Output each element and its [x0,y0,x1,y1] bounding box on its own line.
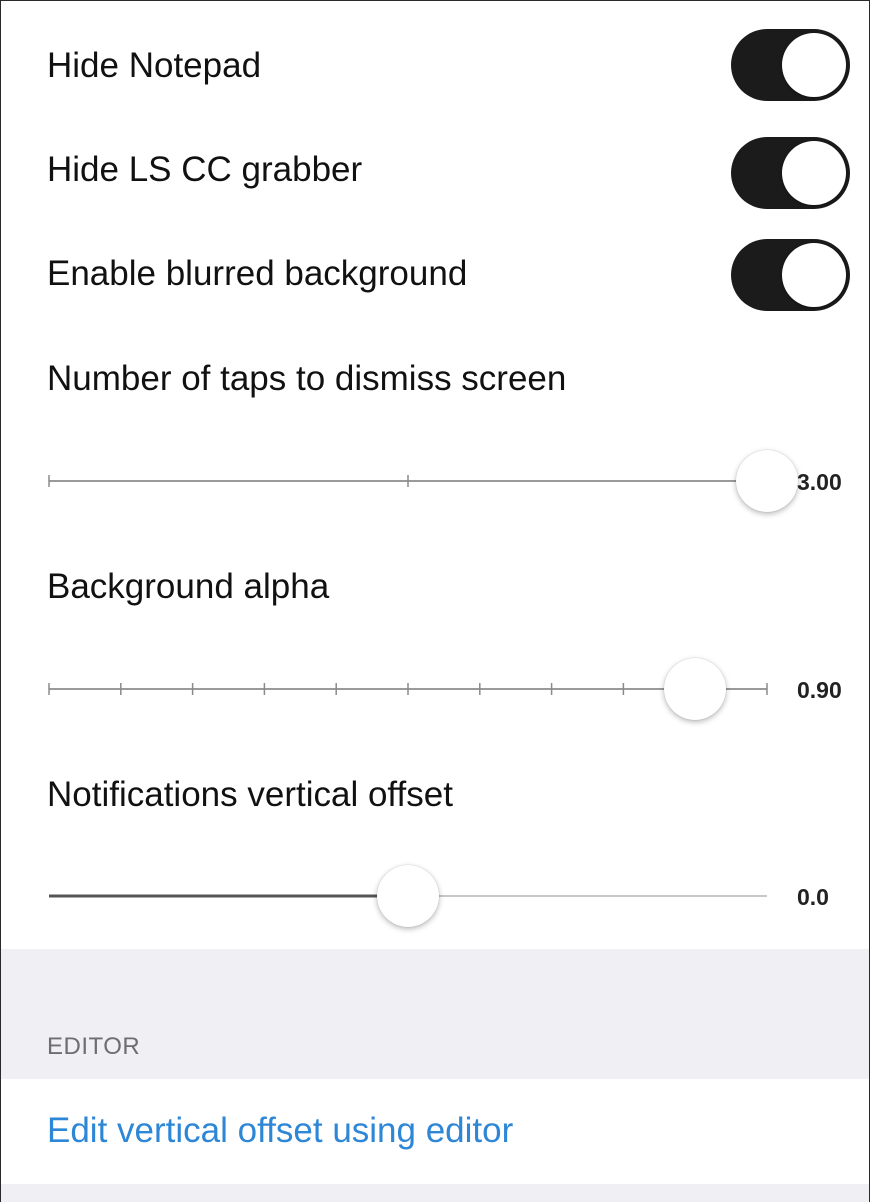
slider-thumb[interactable] [736,450,798,512]
slider-value: 0.90 [797,677,842,703]
hide-notepad-switch[interactable] [731,29,850,101]
edit-vertical-offset-row[interactable]: Edit vertical offset using editor [1,1079,869,1184]
slider-track [48,683,768,695]
slider-thumb[interactable] [377,865,439,927]
toggle-label: Hide Notepad [47,46,262,85]
slider-track [48,475,768,487]
hide-ls-cc-grabber-switch[interactable] [731,137,850,209]
slider-label: Notifications vertical offset [47,775,453,814]
enable-blurred-background-switch[interactable] [731,239,850,311]
slider-value: 0.0 [797,884,829,910]
toggle-label: Hide LS CC grabber [47,150,363,189]
slider-thumb[interactable] [664,658,727,720]
slider-label: Background alpha [47,567,330,606]
slider-value: 3.00 [797,469,842,495]
settings-screen: Hide Notepad Hide LS CC grabber Enable b… [0,0,870,1202]
switch-knob [782,141,846,205]
slider-label: Number of taps to dismiss screen [47,359,567,398]
editor-section-header: EDITOR [47,1033,141,1060]
edit-vertical-offset-link[interactable]: Edit vertical offset using editor [47,1111,513,1151]
toggle-label: Enable blurred background [47,254,468,293]
switch-knob [782,243,846,307]
switch-knob [782,33,846,97]
